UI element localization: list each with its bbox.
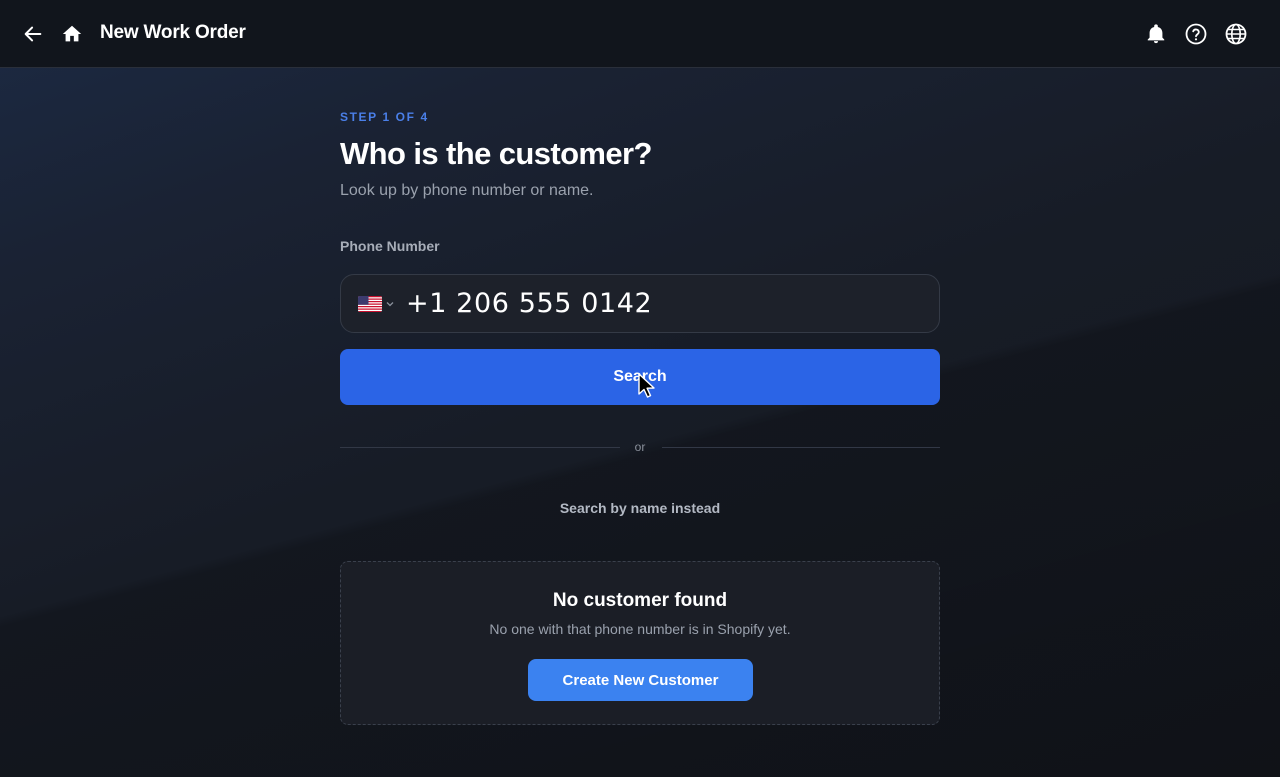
top-bar: New Work Order	[0, 0, 1280, 68]
help-button[interactable]	[1182, 20, 1210, 48]
home-button[interactable]	[58, 20, 86, 48]
globe-icon	[1225, 23, 1247, 45]
mouse-pointer-icon	[638, 373, 655, 398]
page-title: New Work Order	[100, 22, 246, 43]
phone-number-input[interactable]	[406, 288, 906, 319]
help-circle-icon	[1185, 23, 1207, 45]
language-button[interactable]	[1222, 20, 1250, 48]
home-icon	[62, 25, 82, 42]
phone-number-label: Phone Number	[340, 238, 440, 254]
country-code-select[interactable]	[358, 295, 394, 312]
or-divider: or	[340, 440, 940, 454]
result-title: No customer found	[552, 590, 728, 611]
bell-icon	[1147, 24, 1165, 44]
step-indicator: STEP 1 OF 4	[340, 110, 429, 124]
phone-number-field	[340, 274, 940, 333]
create-new-customer-button[interactable]: Create New Customer	[528, 659, 753, 701]
no-customer-card: No customer found No one with that phone…	[340, 561, 940, 725]
back-button[interactable]	[19, 20, 47, 48]
result-message: No one with that phone number is in Shop…	[489, 621, 791, 637]
notifications-button[interactable]	[1142, 20, 1170, 48]
search-by-name-link[interactable]: Search by name instead	[340, 500, 940, 516]
step-heading: Who is the customer?	[340, 136, 652, 171]
chevron-down-icon	[386, 301, 394, 306]
us-flag-icon	[358, 295, 382, 312]
step-subheading: Look up by phone number or name.	[340, 182, 594, 199]
arrow-left-icon	[24, 26, 42, 42]
